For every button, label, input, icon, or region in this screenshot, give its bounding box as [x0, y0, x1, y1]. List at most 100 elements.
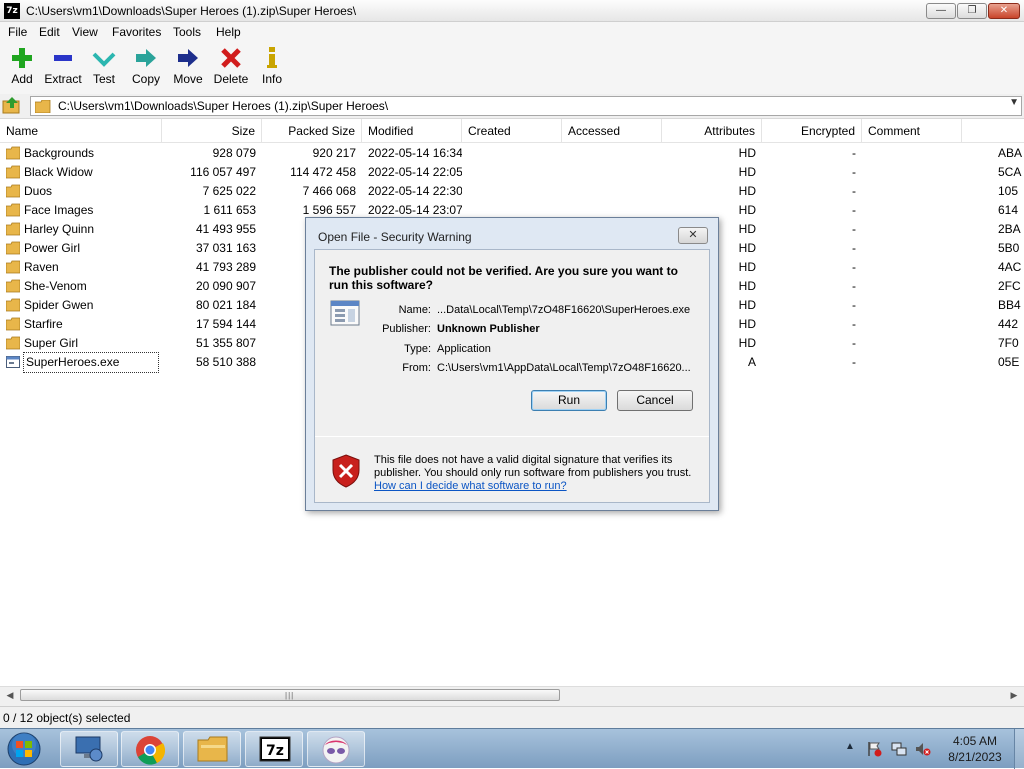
- file-modified: 2022-05-14 16:34: [368, 146, 462, 160]
- maximize-button[interactable]: ❐: [957, 3, 987, 19]
- seven-zip-icon-text: 7z: [266, 743, 284, 759]
- file-size: 20 090 907: [195, 279, 256, 293]
- column-accessed[interactable]: Accessed: [562, 119, 662, 143]
- taskbar-explorer[interactable]: [183, 731, 241, 767]
- volume-muted-icon[interactable]: [915, 741, 931, 757]
- type-label: Type:: [404, 343, 431, 355]
- taskbar-remote-desktop[interactable]: [60, 731, 118, 767]
- file-attributes: HD: [738, 184, 756, 198]
- file-name: She-Venom: [24, 279, 87, 293]
- menu-view[interactable]: View: [72, 25, 98, 39]
- file-size: 41 793 289: [195, 260, 256, 274]
- column-packed-size[interactable]: Packed Size: [262, 119, 362, 143]
- file-modified: 2022-05-14 22:05: [368, 165, 462, 179]
- toolbar: Add Extract Test Copy Move Delete Info: [0, 42, 1024, 94]
- file-name: Starfire: [24, 317, 63, 331]
- move-button[interactable]: Move: [166, 46, 210, 92]
- help-link[interactable]: How can I decide what software to run?: [374, 480, 567, 492]
- show-desktop-button[interactable]: [1014, 729, 1024, 769]
- action-center-flag-icon[interactable]: [866, 741, 882, 757]
- delete-label: Delete: [213, 72, 249, 86]
- folder-icon: [6, 184, 20, 198]
- type-value: Application: [437, 343, 491, 355]
- menu-file[interactable]: File: [8, 25, 27, 39]
- column-name[interactable]: Name: [0, 119, 162, 143]
- up-folder-button[interactable]: [2, 96, 24, 116]
- warning-heading: The publisher could not be verified. Are…: [329, 264, 678, 292]
- title-bar[interactable]: 7z C:\Users\vm1\Downloads\Super Heroes (…: [0, 0, 1024, 22]
- file-name: Raven: [24, 260, 59, 274]
- scroll-right-arrow-icon[interactable]: ▶: [1006, 688, 1022, 702]
- add-button[interactable]: Add: [0, 46, 44, 92]
- name-value: ...Data\Local\Temp\7zO48F16620\SuperHero…: [437, 304, 691, 316]
- column-modified[interactable]: Modified: [362, 119, 462, 143]
- copy-label: Copy: [131, 72, 160, 86]
- address-input[interactable]: C:\Users\vm1\Downloads\Super Heroes (1).…: [30, 96, 1022, 116]
- application-file-icon: [6, 356, 20, 368]
- menu-bar: File Edit View Favorites Tools Help: [0, 22, 1024, 42]
- add-label: Add: [11, 72, 33, 86]
- column-crc[interactable]: [962, 119, 1024, 143]
- scroll-left-arrow-icon[interactable]: ◀: [2, 688, 18, 702]
- file-encrypted: -: [852, 336, 856, 350]
- red-shield-warning-icon: [332, 454, 360, 488]
- test-button[interactable]: Test: [82, 46, 126, 92]
- folder-icon: [6, 298, 20, 312]
- file-encrypted: -: [852, 222, 856, 236]
- file-name: Face Images: [24, 203, 94, 217]
- file-name: Spider Gwen: [24, 298, 94, 312]
- show-hidden-icons-arrow-icon[interactable]: ▲: [845, 741, 855, 752]
- taskbar-chrome[interactable]: [121, 731, 179, 767]
- menu-tools[interactable]: Tools: [173, 25, 201, 39]
- horizontal-scrollbar[interactable]: ◀ ||| ▶: [0, 686, 1024, 703]
- table-row[interactable]: Backgrounds 928 079 920 217 2022-05-14 16:3…: [0, 144, 1024, 163]
- table-row[interactable]: Duos 7 625 022 7 466 068 2022-05-14 22:30 HD…: [0, 182, 1024, 201]
- folder-icon: [6, 279, 20, 293]
- info-icon: [267, 47, 277, 68]
- extract-button[interactable]: Extract: [41, 46, 85, 92]
- file-name: Duos: [24, 184, 53, 198]
- minimize-button[interactable]: —: [926, 3, 956, 19]
- column-attributes[interactable]: Attributes: [662, 119, 762, 143]
- delete-button[interactable]: Delete: [209, 46, 253, 92]
- clock-time[interactable]: 4:05 AM: [940, 734, 1010, 748]
- info-button[interactable]: Info: [250, 46, 294, 92]
- file-encrypted: -: [852, 355, 856, 369]
- column-comment[interactable]: Comment: [862, 119, 962, 143]
- column-size[interactable]: Size: [162, 119, 262, 143]
- file-name: Super Girl: [24, 336, 79, 350]
- taskbar-app[interactable]: [307, 731, 365, 767]
- folder-icon: [197, 736, 228, 762]
- extract-label: Extract: [44, 72, 82, 86]
- table-row[interactable]: Black Widow 116 057 497 114 472 458 2022-05…: [0, 163, 1024, 182]
- folder-icon: [6, 222, 20, 236]
- taskbar-7zip[interactable]: 7z: [245, 731, 303, 767]
- column-created[interactable]: Created: [462, 119, 562, 143]
- menu-favorites[interactable]: Favorites: [112, 25, 161, 39]
- remote-desktop-icon: [75, 736, 103, 762]
- file-size: 51 355 807: [195, 336, 256, 350]
- move-arrow-icon: [178, 49, 198, 67]
- column-encrypted[interactable]: Encrypted: [762, 119, 862, 143]
- copy-button[interactable]: Copy: [124, 46, 168, 92]
- start-button-windows-icon[interactable]: [6, 731, 42, 767]
- file-size: 116 057 497: [190, 165, 256, 179]
- run-button[interactable]: Run: [531, 390, 607, 411]
- spider-gwen-mask-icon: [322, 736, 350, 764]
- address-path: C:\Users\vm1\Downloads\Super Heroes (1).…: [58, 99, 389, 113]
- column-header: Name Size Packed Size Modified Created A…: [0, 119, 1024, 143]
- dialog-divider: [315, 436, 709, 437]
- menu-edit[interactable]: Edit: [39, 25, 60, 39]
- close-button[interactable]: ✕: [988, 3, 1020, 19]
- cancel-button[interactable]: Cancel: [617, 390, 693, 411]
- network-icon[interactable]: [891, 741, 907, 757]
- dialog-close-button[interactable]: ✕: [678, 227, 708, 244]
- up-folder-icon: [2, 97, 20, 114]
- menu-help[interactable]: Help: [216, 25, 241, 39]
- scrollbar-thumb[interactable]: |||: [20, 689, 560, 701]
- file-encrypted: -: [852, 298, 856, 312]
- application-file-icon: [330, 300, 360, 326]
- file-size: 928 079: [212, 146, 256, 160]
- clock-date[interactable]: 8/21/2023: [940, 750, 1010, 764]
- chevron-down-icon[interactable]: ▼: [1009, 97, 1019, 108]
